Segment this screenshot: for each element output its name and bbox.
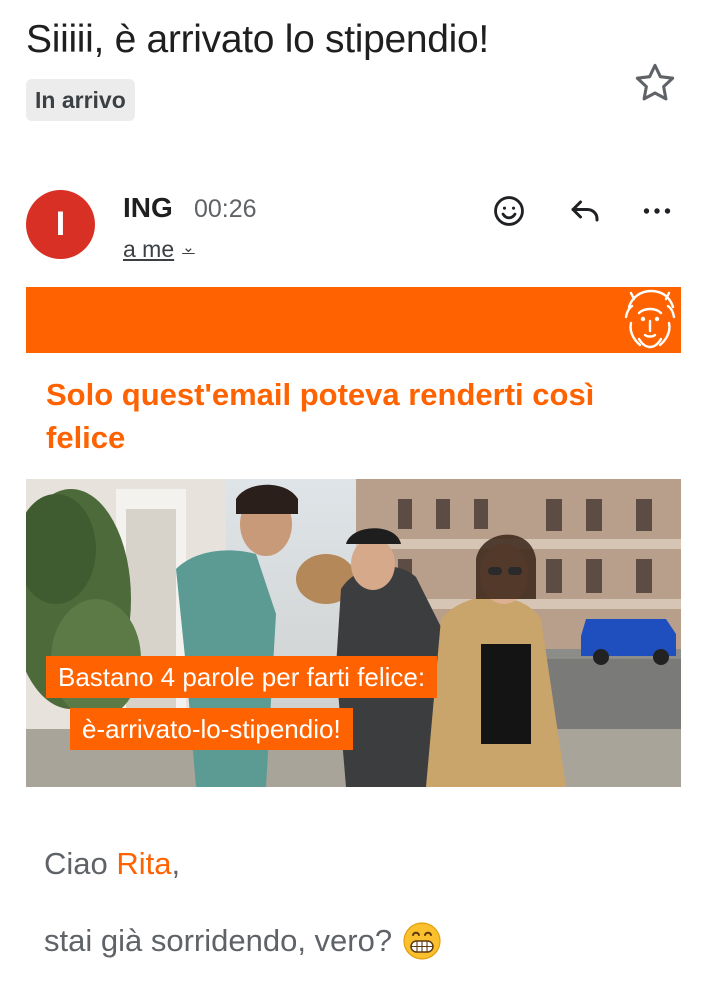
- sender-avatar: I: [26, 190, 95, 259]
- greeting-text: Ciao Rita,: [44, 846, 180, 882]
- recipient-details-toggle[interactable]: a me ⌄: [123, 236, 195, 263]
- promo-line-2: è-arrivato-lo-stipendio!: [70, 708, 353, 750]
- brand-banner: [26, 287, 681, 353]
- body-line-2: stai già sorridendo, vero?: [44, 921, 442, 961]
- sender-name: ING: [123, 192, 173, 223]
- more-horizontal-icon: [643, 208, 671, 214]
- reply-icon: [571, 200, 599, 222]
- recipient-label: a me: [123, 236, 175, 262]
- promo-line-1: Bastano 4 parole per farti felice:: [46, 656, 438, 698]
- emoji-icon: [494, 196, 524, 226]
- body-line-2-text: stai già sorridendo, vero?: [44, 923, 393, 958]
- star-icon[interactable]: [632, 60, 678, 106]
- inbox-label-chip[interactable]: In arrivo: [26, 79, 135, 121]
- grinning-face-emoji-icon: [403, 922, 441, 960]
- recipient-first-name: Rita: [116, 846, 172, 881]
- lion-logo: [621, 287, 679, 353]
- greeting-prefix: Ciao: [44, 846, 117, 881]
- email-headline: Solo quest'email poteva renderti così fe…: [46, 377, 595, 455]
- chevron-down-icon: ⌄: [182, 238, 195, 256]
- add-reaction-button[interactable]: [488, 190, 530, 232]
- reply-button[interactable]: [564, 190, 606, 232]
- greeting-suffix: ,: [171, 846, 181, 881]
- more-options-button[interactable]: [636, 190, 678, 232]
- email-time: 00:26: [194, 195, 257, 223]
- email-subject: Siiiii, è arrivato lo stipendio!: [26, 18, 489, 61]
